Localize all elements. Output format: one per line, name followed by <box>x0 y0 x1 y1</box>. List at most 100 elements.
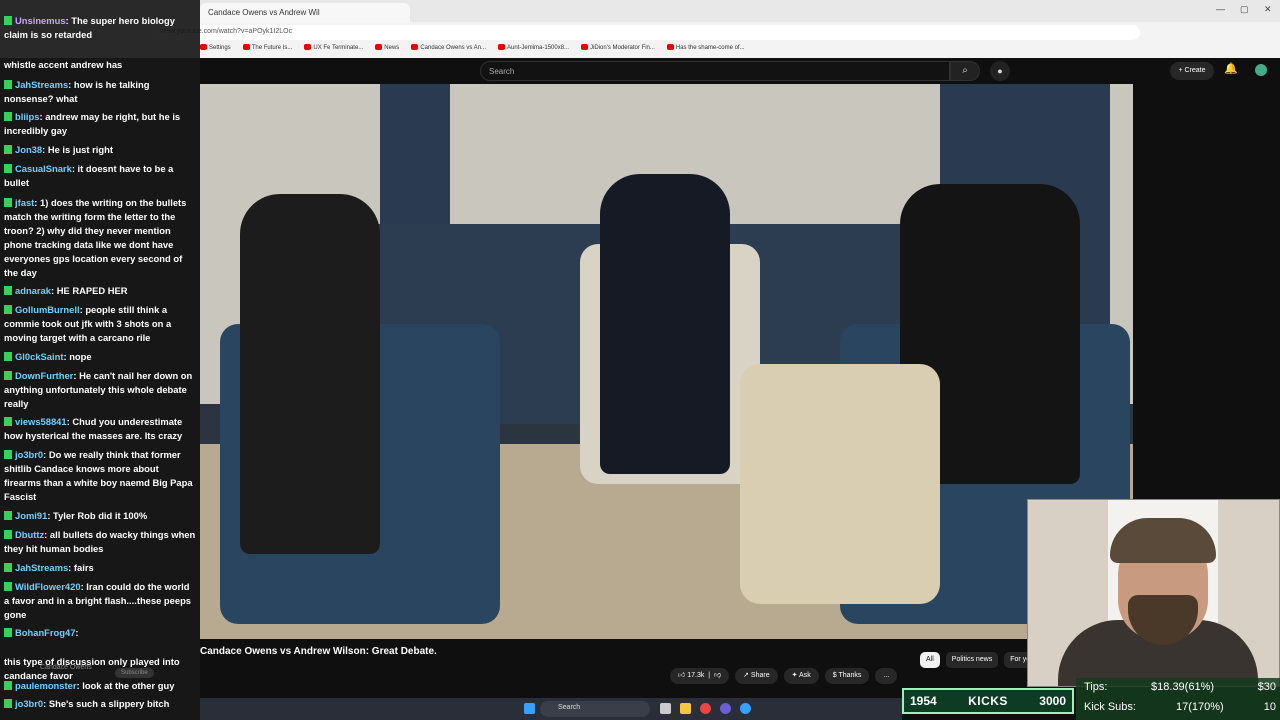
chat-text: She's such a slippery bitch <box>48 698 170 709</box>
like-icon: 👍︎ <box>678 672 688 679</box>
discord-icon[interactable] <box>720 703 731 714</box>
chat-overlay: Unsinemus: The super hero biology claim … <box>0 0 200 720</box>
kicks-label: KICKS <box>968 694 1008 708</box>
subscribe-button[interactable]: Subscribe <box>115 668 154 678</box>
chat-message: Unsinemus: The super hero biology claim … <box>4 15 175 40</box>
chat-username[interactable]: CasualSnark <box>15 163 72 174</box>
browser-icon[interactable] <box>740 703 751 714</box>
bookmark-icon <box>304 44 312 50</box>
chat-text: nope <box>69 351 92 362</box>
file-explorer-icon[interactable] <box>680 703 691 714</box>
bookmark-item[interactable]: The Future Is... <box>242 44 292 56</box>
chat-username[interactable]: jo3br0 <box>15 449 43 460</box>
chat-message: Gl0ckSaint: nope <box>4 350 196 364</box>
chat-text: Tyler Rob did it 100% <box>53 510 148 521</box>
bookmark-label: Candace Owens vs An... <box>420 45 487 51</box>
create-button[interactable]: + Create <box>1170 62 1214 80</box>
chrome-icon[interactable] <box>700 703 711 714</box>
kick-badge-icon <box>4 450 12 459</box>
channel-name[interactable]: Candace Owens <box>40 664 92 671</box>
chat-text: 1) does the writing on the bullets match… <box>4 197 187 278</box>
sparkle-icon: ✦ <box>791 672 800 679</box>
bookmark-label: News <box>384 45 400 51</box>
bookmark-icon <box>200 44 207 50</box>
chat-username[interactable]: DownFurther <box>15 370 73 381</box>
search-input[interactable]: Search <box>480 61 950 81</box>
bookmark-item[interactable]: JiDion's Moderator Fin... <box>581 44 655 56</box>
channel-row: Candace Owens Subscribe <box>0 662 200 692</box>
minimize-icon[interactable]: — <box>1216 4 1225 14</box>
bookmark-icon <box>375 44 383 50</box>
kick-badge-icon <box>4 112 12 121</box>
chat-username[interactable]: JahStreams <box>15 562 68 573</box>
kick-badge-icon <box>4 371 12 380</box>
taskbar-search[interactable]: Search <box>540 701 650 717</box>
like-count: 17.3k <box>687 672 705 679</box>
chat-message: JahStreams: how is he talking nonsense? … <box>4 79 150 104</box>
kick-badge-icon <box>4 530 12 539</box>
chat-username[interactable]: JahStreams <box>15 79 68 90</box>
chat-message: GollumBurnell: people still think a comm… <box>4 304 172 343</box>
chat-username[interactable]: Gl0ckSaint <box>15 351 63 362</box>
kick-badge-icon <box>4 16 12 25</box>
like-button[interactable]: 👍︎ 17.3k | 👎︎ <box>670 668 730 684</box>
chip[interactable]: Politics news <box>945 652 999 668</box>
chat-username[interactable]: views58841 <box>15 416 67 427</box>
bookmark-item[interactable]: Settings <box>200 44 231 56</box>
microphone-icon[interactable]: ● <box>990 61 1010 81</box>
chat-text: He is just right <box>47 144 113 155</box>
chat-username[interactable]: BohanFrog47 <box>15 627 75 638</box>
tips-label: Tips: <box>1084 681 1108 693</box>
kick-subs-goal: 10 <box>1263 701 1276 713</box>
chat-username[interactable]: jo3br0 <box>15 698 43 709</box>
bookmark-item[interactable]: Has the shame-come of... <box>666 44 745 56</box>
close-icon[interactable]: ✕ <box>1264 4 1272 15</box>
bookmark-item[interactable]: UX Fe Terminate... <box>304 44 363 56</box>
bookmark-item[interactable]: Aunt-Jemima-1500x8... <box>498 44 569 56</box>
share-button[interactable]: ↗ Share <box>735 668 778 684</box>
ask-button[interactable]: ✦ Ask <box>783 668 819 684</box>
thanks-button[interactable]: $ Thanks <box>824 668 870 684</box>
bookmarks-bar: Settings The Future Is... UX Fe Terminate.… <box>200 44 745 56</box>
tab-active[interactable]: Candace Owens vs Andrew Wil <box>200 3 410 22</box>
chat-message: views58841: Chud you underestimate how h… <box>4 416 183 441</box>
kick-badge-icon <box>4 563 12 572</box>
maximize-icon[interactable]: ▢ <box>1240 4 1249 15</box>
tips-row: Tips: $18.39(61%) $30 <box>1084 681 1280 693</box>
chat-message: jo3br0: She's such a slippery bitch <box>4 697 196 711</box>
bookmark-label: JiDion's Moderator Fin... <box>590 45 655 51</box>
task-view-icon[interactable] <box>660 703 671 714</box>
kick-badge-icon <box>4 164 12 173</box>
windows-start-icon[interactable] <box>524 703 535 714</box>
chat-message: DownFurther: He can't nail her down on a… <box>4 370 193 409</box>
chat-username[interactable]: jfast <box>15 197 34 208</box>
chat-username[interactable]: Unsinemus <box>15 15 66 26</box>
chat-username[interactable]: Jon38 <box>15 144 42 155</box>
taskbar: Search <box>200 698 902 720</box>
more-button[interactable]: ... <box>875 668 898 684</box>
address-bar[interactable]: www.youtube.com/watch?v=aPOyk1I2LOc <box>150 25 1140 40</box>
avatar[interactable] <box>1255 64 1267 76</box>
kick-badge-icon <box>4 145 12 154</box>
video-player[interactable] <box>200 84 1133 639</box>
bookmark-item[interactable]: News <box>375 44 399 56</box>
chat-username[interactable]: Jomi91 <box>15 510 47 521</box>
bookmark-item[interactable]: Candace Owens vs An... <box>411 44 486 56</box>
dislike-icon: 👎︎ <box>714 672 722 679</box>
kick-badge-icon <box>4 352 12 361</box>
chip[interactable]: All <box>920 652 940 668</box>
video-scene-person <box>600 174 730 474</box>
chat-message: whistle accent andrew has <box>4 58 196 72</box>
kick-badge-icon <box>4 80 12 89</box>
chat-username[interactable]: WildFlower420 <box>15 581 81 592</box>
bell-icon[interactable]: 🔔 <box>1224 62 1238 75</box>
kicks-goal-bar: 1954 KICKS 3000 <box>902 688 1074 714</box>
chat-username[interactable]: GollumBurnell <box>15 304 80 315</box>
chat-message: BohanFrog47: <box>4 626 196 640</box>
chat-message: jo3br0: Do we really think that former s… <box>4 449 193 502</box>
chat-username[interactable]: bliips <box>15 111 39 122</box>
kick-subs-label: Kick Subs: <box>1084 701 1136 713</box>
chat-username[interactable]: Dbuttz <box>15 529 44 540</box>
chat-username[interactable]: adnarak <box>15 285 51 296</box>
search-icon[interactable]: ⌕ <box>950 61 980 81</box>
